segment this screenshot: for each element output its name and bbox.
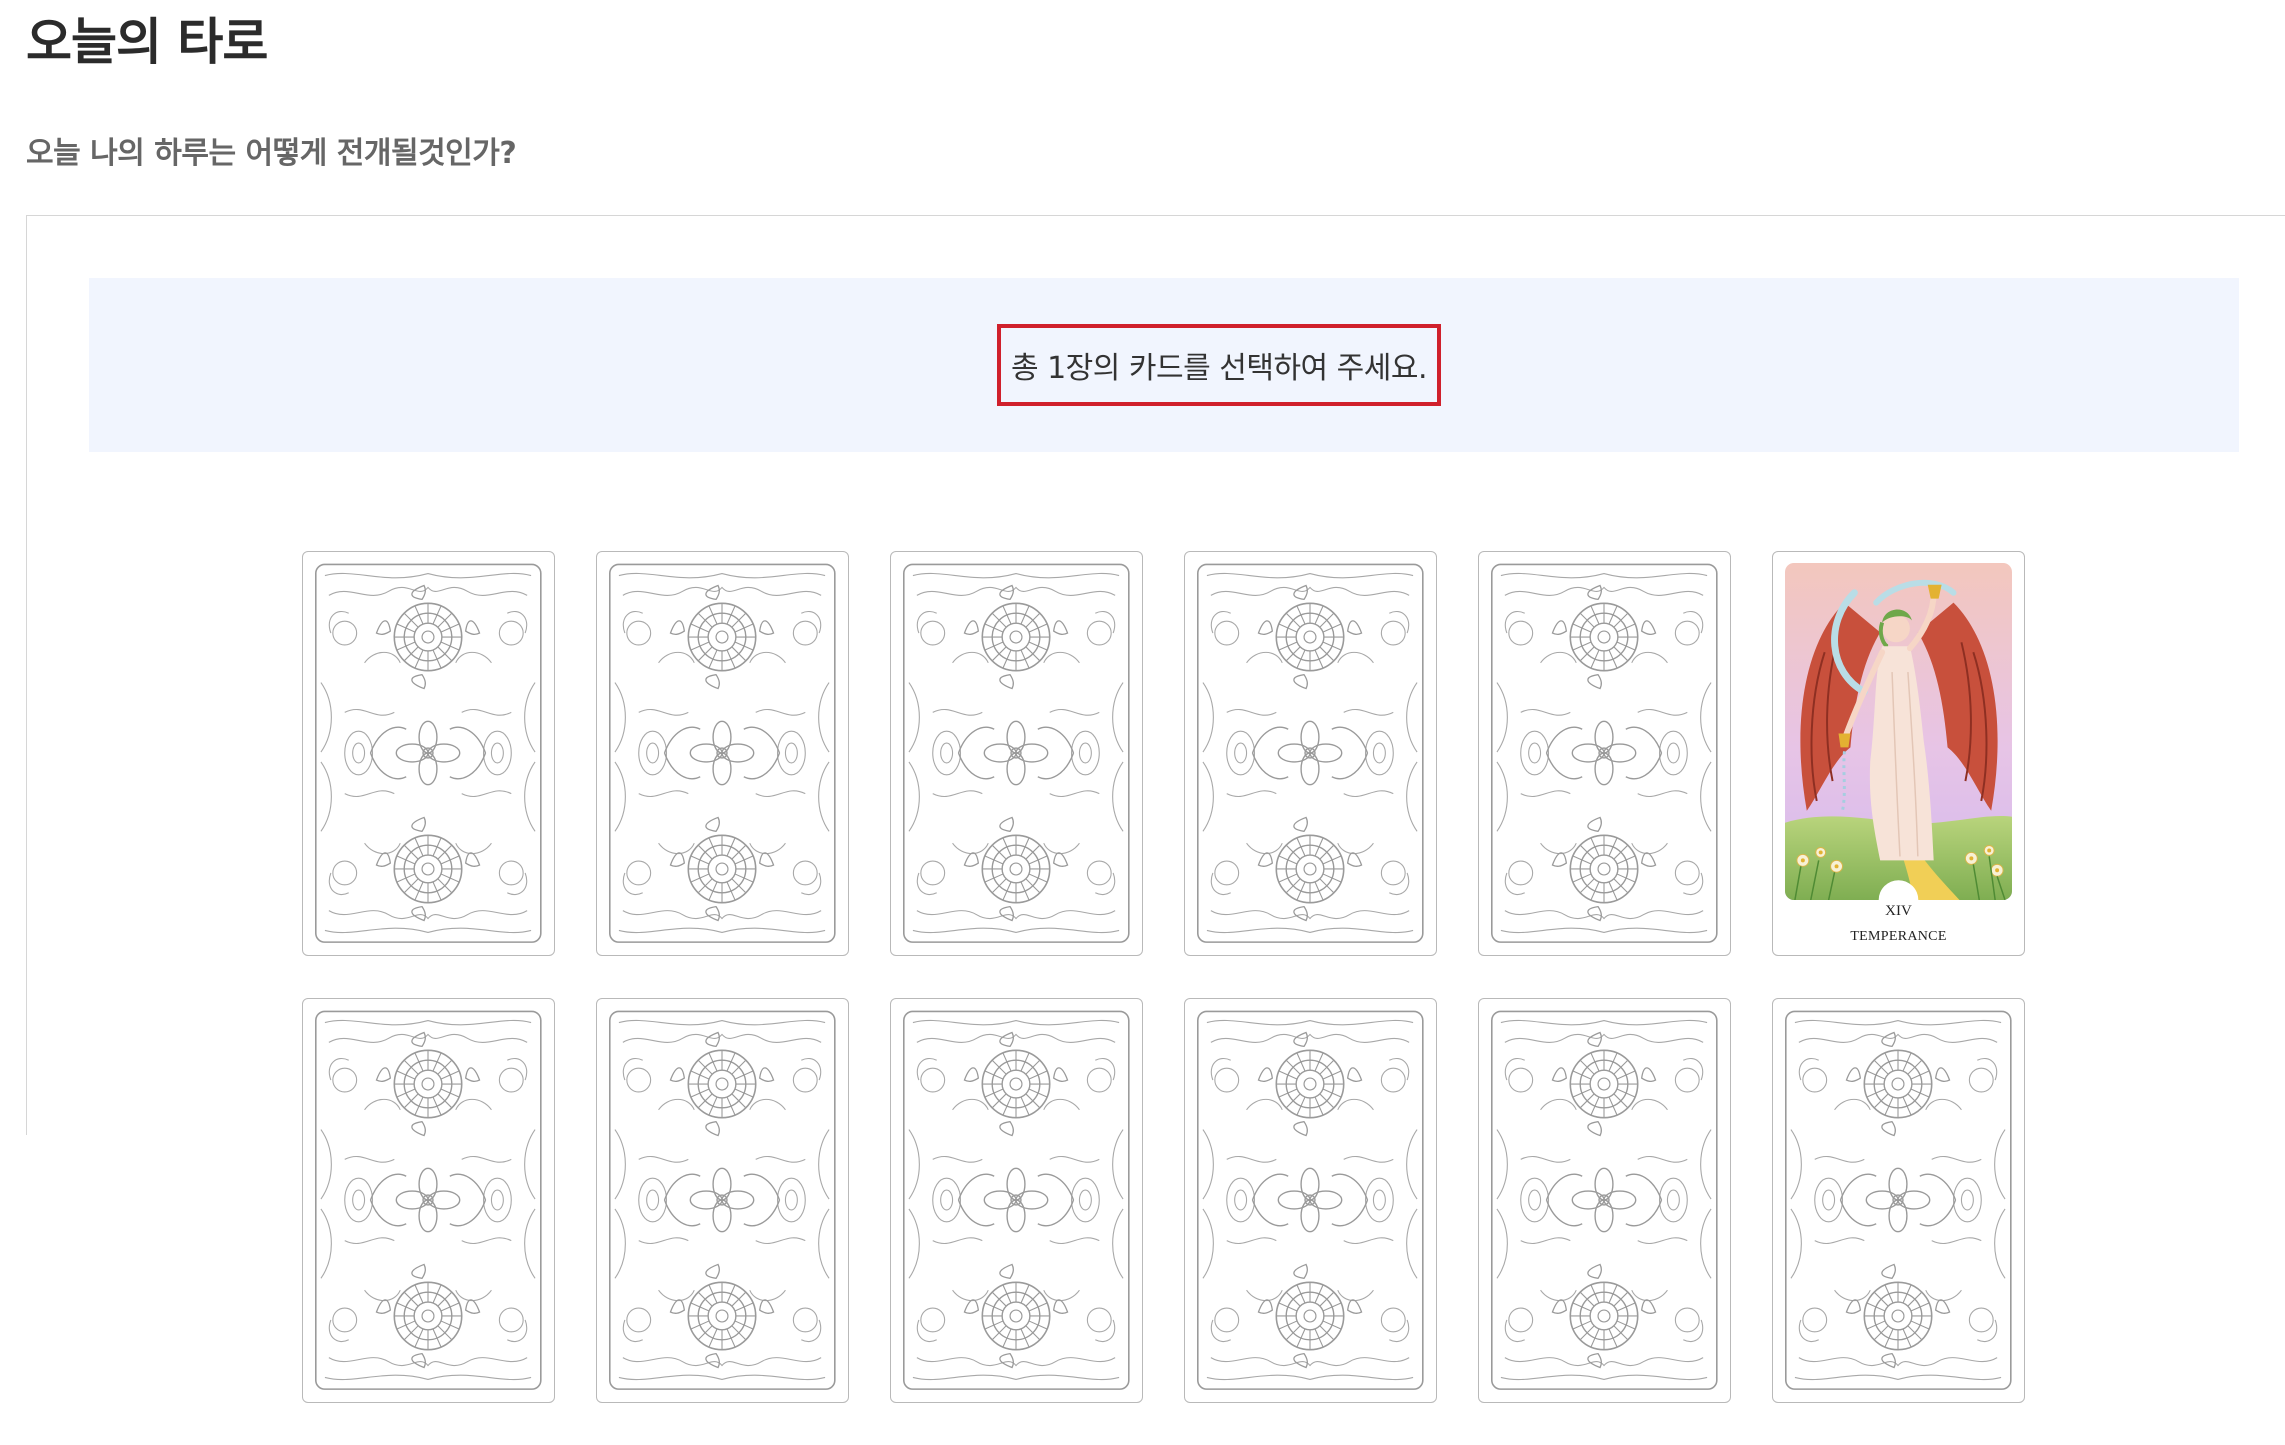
card-back-pattern-icon <box>609 1010 836 1391</box>
card-back-pattern-icon <box>903 1010 1130 1391</box>
instruction-banner: 총 1장의 카드를 선택하여 주세요. <box>89 278 2239 452</box>
card-grid: XIV TEMPERANCE <box>302 551 2062 1445</box>
page-title: 오늘의 타로 <box>26 13 268 71</box>
tarot-card-back[interactable] <box>596 551 849 956</box>
tarot-card-back[interactable] <box>890 998 1143 1403</box>
card-back-pattern-icon <box>1491 1010 1718 1391</box>
tarot-card-back[interactable] <box>302 551 555 956</box>
card-back-pattern-icon <box>609 563 836 944</box>
card-numeral: XIV <box>1885 903 1912 919</box>
card-back-pattern-icon <box>1491 563 1718 944</box>
card-back-pattern-icon <box>903 563 1130 944</box>
tarot-card-back[interactable] <box>1478 998 1731 1403</box>
card-back-pattern-icon <box>1785 1010 2012 1391</box>
card-face: XIV TEMPERANCE <box>1785 563 2012 944</box>
tarot-board: 총 1장의 카드를 선택하여 주세요. XIV TEMPERANCE <box>26 215 2285 1403</box>
tarot-card-back[interactable] <box>1184 998 1437 1403</box>
tarot-card-back[interactable] <box>302 998 555 1403</box>
card-name: TEMPERANCE <box>1850 929 1947 944</box>
instruction-text: 총 1장의 카드를 선택하여 주세요. <box>997 324 1441 406</box>
tarot-card-revealed[interactable]: XIV TEMPERANCE <box>1772 551 2025 956</box>
card-row: XIV TEMPERANCE <box>302 551 2062 956</box>
card-row <box>302 998 2062 1403</box>
temperance-illustration <box>1785 563 2012 901</box>
tarot-card-back[interactable] <box>596 998 849 1403</box>
tarot-card-back[interactable] <box>1772 998 2025 1403</box>
card-back-pattern-icon <box>315 1010 542 1391</box>
page-subtitle: 오늘 나의 하루는 어떻게 전개될것인가? <box>26 136 517 171</box>
tarot-card-back[interactable] <box>1184 551 1437 956</box>
card-back-pattern-icon <box>315 563 542 944</box>
tarot-card-back[interactable] <box>890 551 1143 956</box>
card-back-pattern-icon <box>1197 563 1424 944</box>
card-back-pattern-icon <box>1197 1010 1424 1391</box>
tarot-card-back[interactable] <box>1478 551 1731 956</box>
